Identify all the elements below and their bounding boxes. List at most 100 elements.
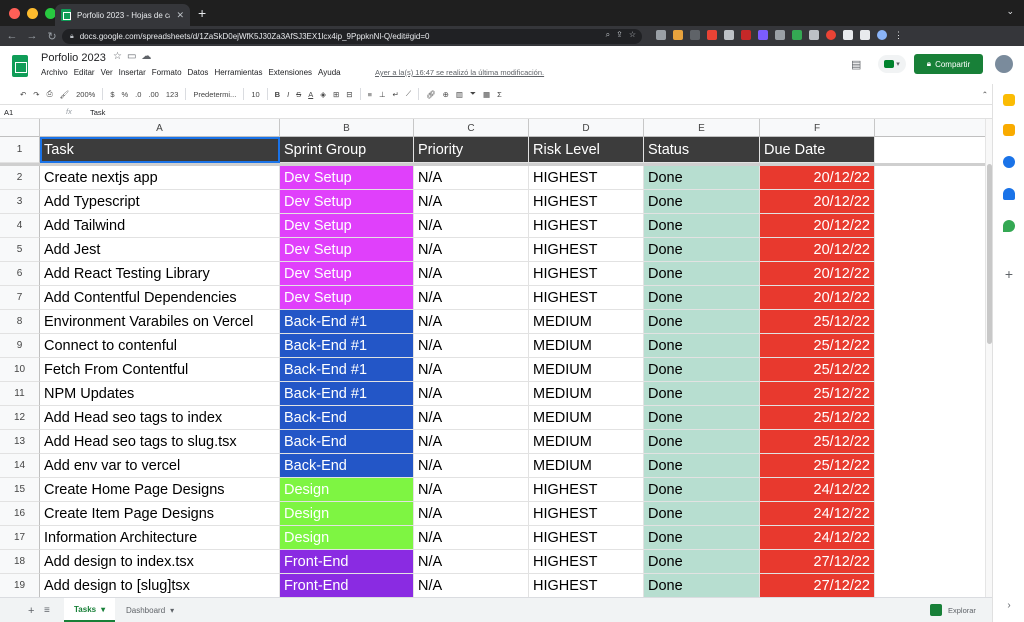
filter-icon[interactable]: ⏷ xyxy=(470,89,476,99)
insert-link-icon[interactable]: 🔗︎ xyxy=(426,90,436,99)
risk-level-cell[interactable]: HIGHEST xyxy=(529,238,644,262)
keep-icon[interactable] xyxy=(1003,124,1015,136)
due-date-cell[interactable]: 25/12/22 xyxy=(760,430,875,454)
task-cell[interactable]: Information Architecture xyxy=(40,526,280,550)
risk-level-cell[interactable]: HIGHEST xyxy=(529,478,644,502)
horizontal-align-icon[interactable]: ≡ xyxy=(368,90,372,99)
share-button[interactable]: 🔒︎ Compartir xyxy=(914,54,983,74)
vertical-scrollbar[interactable] xyxy=(985,119,992,597)
task-cell[interactable]: Add Head seo tags to slug.tsx xyxy=(40,430,280,454)
task-cell[interactable]: Add design to [slug]tsx xyxy=(40,574,280,597)
text-color-icon[interactable]: A xyxy=(308,90,313,99)
avatar[interactable] xyxy=(995,55,1013,73)
status-cell[interactable]: Done xyxy=(644,238,760,262)
cloud-status-icon[interactable]: ☁ xyxy=(141,51,151,62)
row-number[interactable]: 10 xyxy=(0,358,40,382)
priority-cell[interactable]: N/A xyxy=(414,478,529,502)
sheet-tab-dashboard[interactable]: Dashboard ▾ xyxy=(116,598,184,622)
tab-search-icon[interactable]: ⌄ xyxy=(1006,6,1014,17)
due-date-cell[interactable]: 25/12/22 xyxy=(760,406,875,430)
increase-decimal-button[interactable]: .00 xyxy=(148,90,158,99)
due-date-cell[interactable]: 20/12/22 xyxy=(760,214,875,238)
row-number[interactable]: 17 xyxy=(0,526,40,550)
task-cell[interactable]: Add Head seo tags to index xyxy=(40,406,280,430)
extension-icon[interactable] xyxy=(707,30,717,40)
sprint-group-cell[interactable]: Design xyxy=(280,526,414,550)
task-cell[interactable]: Create Home Page Designs xyxy=(40,478,280,502)
due-date-cell[interactable]: 25/12/22 xyxy=(760,454,875,478)
priority-cell[interactable]: N/A xyxy=(414,502,529,526)
more-vert-icon[interactable]: ⋮ xyxy=(894,30,904,40)
extension-icon[interactable] xyxy=(690,30,700,40)
row-number[interactable]: 13 xyxy=(0,430,40,454)
text-wrap-icon[interactable]: ↵ xyxy=(393,90,399,99)
font-size-select[interactable]: 10 xyxy=(251,90,259,99)
priority-cell[interactable]: N/A xyxy=(414,574,529,597)
risk-level-cell[interactable]: MEDIUM xyxy=(529,382,644,406)
address-bar[interactable]: 🔒︎ docs.google.com/spreadsheets/d/1ZaSkD… xyxy=(62,29,642,44)
due-date-cell[interactable]: 24/12/22 xyxy=(760,502,875,526)
row-number[interactable]: 16 xyxy=(0,502,40,526)
strikethrough-icon[interactable]: S xyxy=(296,90,301,99)
column-header-b[interactable]: B xyxy=(280,119,414,137)
task-cell[interactable]: Add Contentful Dependencies xyxy=(40,286,280,310)
meet-button[interactable]: ▾ xyxy=(878,55,906,73)
merge-cells-icon[interactable]: ⊟ xyxy=(346,90,352,99)
row-number[interactable]: 6 xyxy=(0,262,40,286)
row-number[interactable]: 5 xyxy=(0,238,40,262)
zoom-select[interactable]: 200% xyxy=(76,90,95,99)
header-cell-task[interactable]: Task xyxy=(40,137,280,163)
filter-views-icon[interactable]: ▦ xyxy=(483,90,490,99)
priority-cell[interactable]: N/A xyxy=(414,214,529,238)
priority-cell[interactable]: N/A xyxy=(414,406,529,430)
priority-cell[interactable]: N/A xyxy=(414,262,529,286)
extension-icon[interactable] xyxy=(724,30,734,40)
due-date-cell[interactable]: 20/12/22 xyxy=(760,262,875,286)
menu-item[interactable]: Insertar xyxy=(119,68,146,77)
last-edit-link[interactable]: Ayer a la(s) 16:47 se realizó la última … xyxy=(375,68,544,77)
fill-color-icon[interactable]: ◈ xyxy=(320,90,326,99)
priority-cell[interactable]: N/A xyxy=(414,454,529,478)
vertical-align-icon[interactable]: ⊥ xyxy=(379,90,386,99)
due-date-cell[interactable]: 20/12/22 xyxy=(760,286,875,310)
sprint-group-cell[interactable]: Dev Setup xyxy=(280,262,414,286)
priority-cell[interactable]: N/A xyxy=(414,382,529,406)
status-cell[interactable]: Done xyxy=(644,262,760,286)
row-number[interactable]: 3 xyxy=(0,190,40,214)
priority-cell[interactable]: N/A xyxy=(414,526,529,550)
status-cell[interactable]: Done xyxy=(644,478,760,502)
italic-icon[interactable]: I xyxy=(287,90,289,99)
row-number[interactable]: 4 xyxy=(0,214,40,238)
menu-item[interactable]: Extensiones xyxy=(268,68,312,77)
menu-item[interactable]: Datos xyxy=(188,68,209,77)
risk-level-cell[interactable]: MEDIUM xyxy=(529,358,644,382)
risk-level-cell[interactable]: MEDIUM xyxy=(529,310,644,334)
status-cell[interactable]: Done xyxy=(644,526,760,550)
due-date-cell[interactable]: 24/12/22 xyxy=(760,526,875,550)
browser-tab[interactable]: Porfolio 2023 - Hojas de cálcu ✕ xyxy=(55,4,190,26)
extension-icon[interactable] xyxy=(656,30,666,40)
insert-chart-icon[interactable]: ▥ xyxy=(456,90,463,99)
contacts-icon[interactable] xyxy=(1003,188,1015,200)
extensions-puzzle-icon[interactable] xyxy=(843,30,853,40)
task-cell[interactable]: NPM Updates xyxy=(40,382,280,406)
task-cell[interactable]: Add React Testing Library xyxy=(40,262,280,286)
task-cell[interactable]: Create nextjs app xyxy=(40,166,280,190)
reload-icon[interactable]: ↻ xyxy=(44,30,60,43)
header-cell-status[interactable]: Status xyxy=(644,137,760,163)
text-rotate-icon[interactable]: ⟋ xyxy=(406,89,411,99)
forward-icon[interactable]: → xyxy=(24,30,40,42)
header-cell-priority[interactable]: Priority xyxy=(414,137,529,163)
bold-icon[interactable]: B xyxy=(275,90,280,99)
due-date-cell[interactable]: 27/12/22 xyxy=(760,574,875,597)
priority-cell[interactable]: N/A xyxy=(414,430,529,454)
risk-level-cell[interactable]: MEDIUM xyxy=(529,406,644,430)
risk-level-cell[interactable]: MEDIUM xyxy=(529,454,644,478)
sprint-group-cell[interactable]: Back-End #1 xyxy=(280,310,414,334)
move-folder-icon[interactable]: ▭ xyxy=(127,51,136,62)
show-side-panel-icon[interactable]: › xyxy=(1003,600,1015,612)
header-cell-risk-level[interactable]: Risk Level xyxy=(529,137,644,163)
task-cell[interactable]: Add design to index.tsx xyxy=(40,550,280,574)
task-cell[interactable]: Connect to contenful xyxy=(40,334,280,358)
sprint-group-cell[interactable]: Front-End xyxy=(280,550,414,574)
